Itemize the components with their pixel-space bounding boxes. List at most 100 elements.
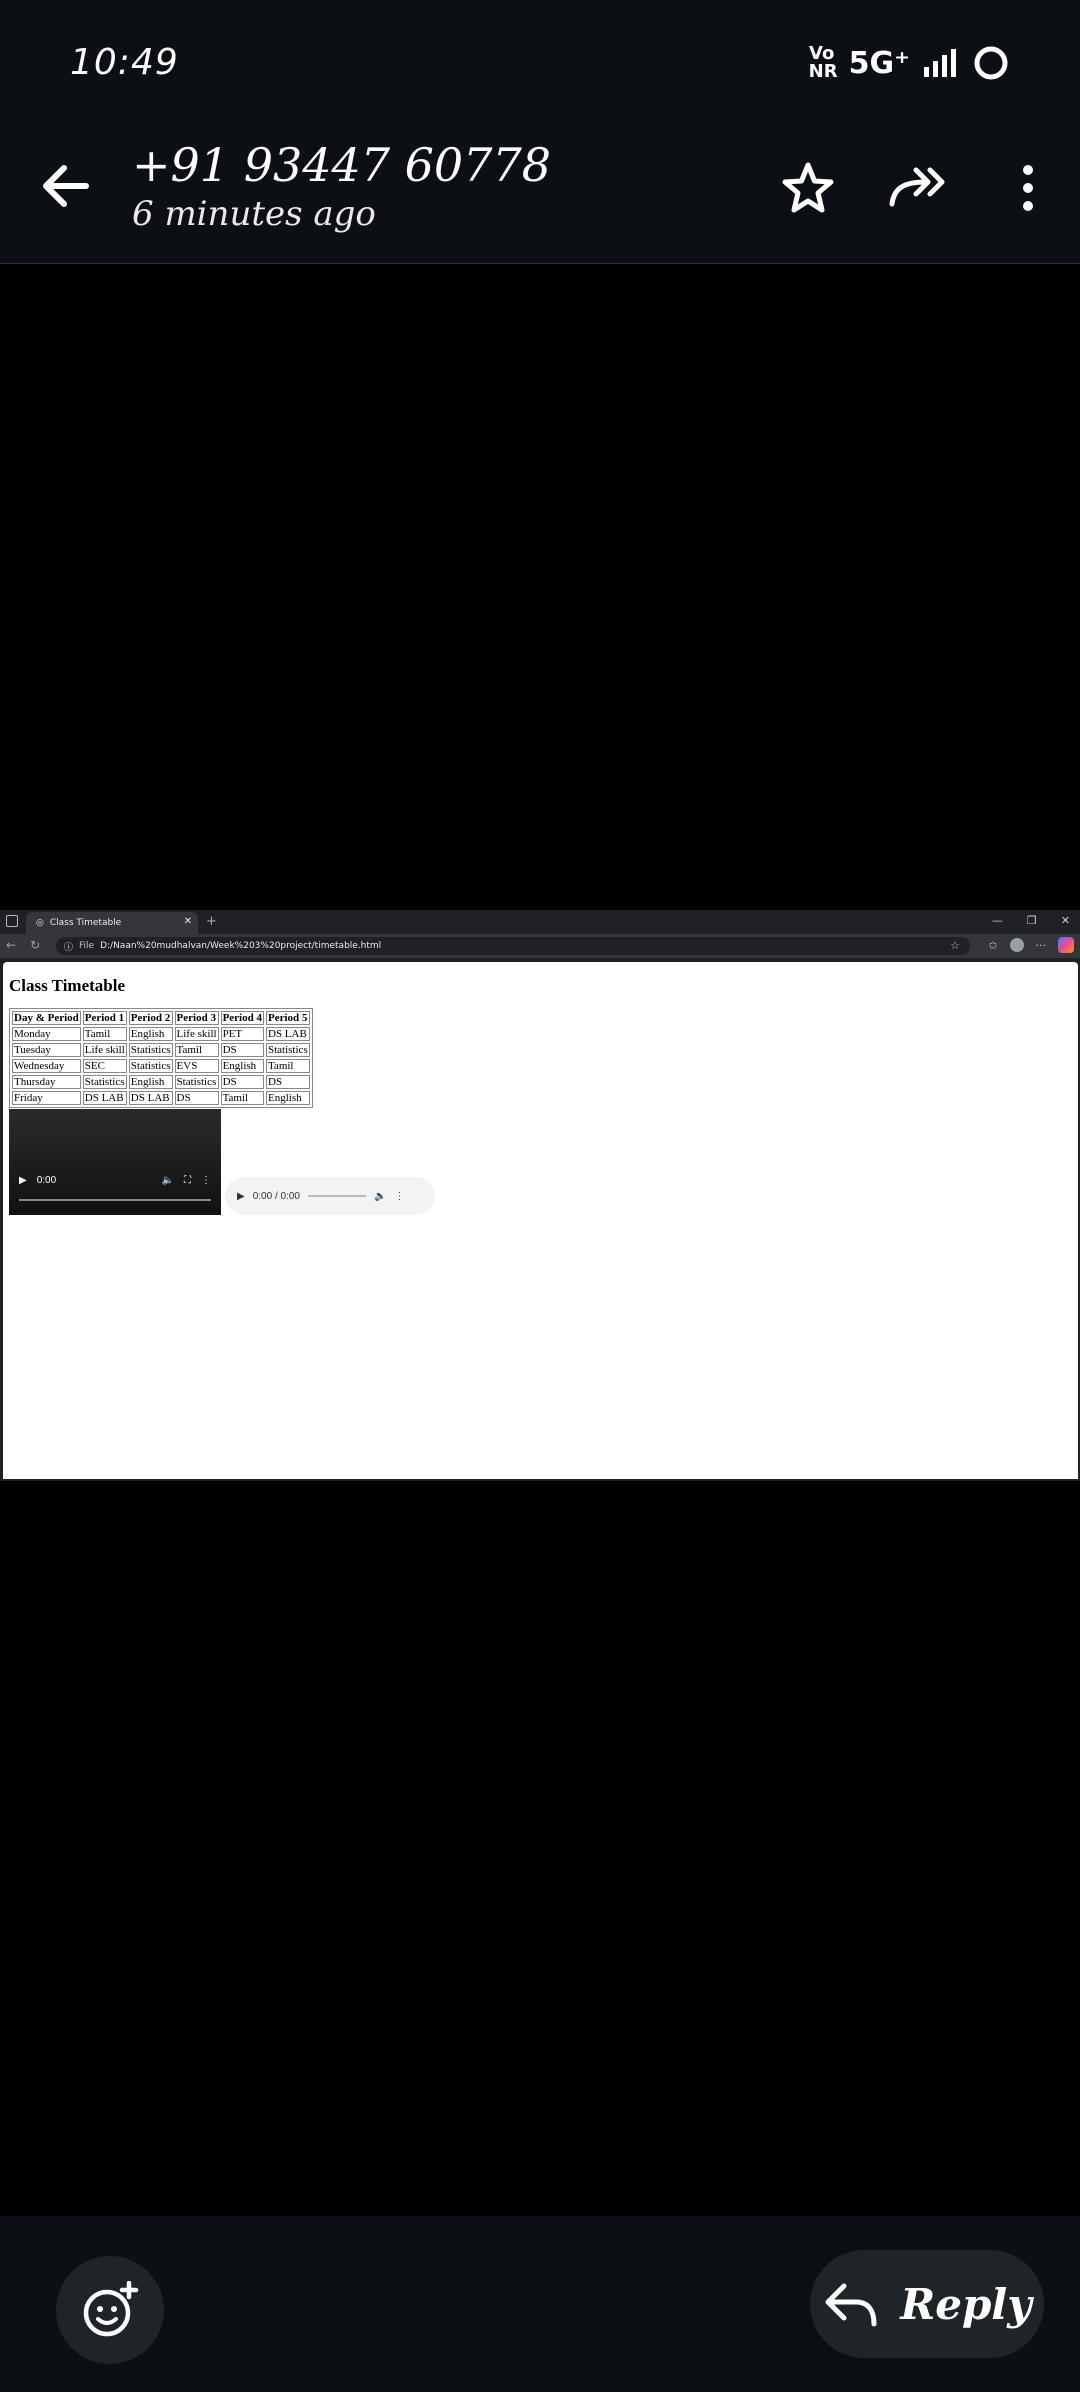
column-header: Period 3 xyxy=(174,1011,219,1025)
table-cell: Monday xyxy=(12,1027,81,1041)
file-chip: File xyxy=(79,941,95,951)
table-cell: DS LAB xyxy=(82,1091,127,1105)
table-cell: Tamil xyxy=(174,1043,219,1057)
table-cell: Statistics xyxy=(265,1043,310,1057)
bottom-action-bar: Reply xyxy=(0,2216,1080,2392)
volte-indicator: Vo NR xyxy=(808,43,838,82)
table-cell: Wednesday xyxy=(12,1059,81,1073)
table-cell: Tuesday xyxy=(12,1043,81,1057)
audio-progress-bar xyxy=(307,1195,366,1197)
reply-label: Reply xyxy=(900,2279,1032,2329)
column-header: Day & Period xyxy=(12,1011,81,1025)
browser-toolbar: ← ↻ ⓘ File D:/Naan%20mudhalvan/Week%203%… xyxy=(0,934,1080,958)
forward-icon xyxy=(889,167,945,207)
close-window-icon: ✕ xyxy=(1060,914,1070,927)
table-cell: Tamil xyxy=(265,1059,310,1073)
tab-close-icon: ✕ xyxy=(183,916,192,927)
table-row: Monday Tamil English Life skill PET DS L… xyxy=(12,1027,310,1041)
table-cell: Friday xyxy=(12,1091,81,1105)
shared-screenshot[interactable]: ◎ Class Timetable ✕ + — ❐ ✕ ← ↻ ⓘ File D… xyxy=(0,910,1080,1481)
table-cell: PET xyxy=(220,1027,264,1041)
arrow-left-icon xyxy=(43,165,89,207)
table-row: Wednesday SEC Statistics EVS English Tam… xyxy=(12,1059,310,1073)
clock: 10:49 xyxy=(70,42,179,83)
video-time: 0:00 xyxy=(36,1175,57,1186)
copilot-icon xyxy=(1058,937,1074,953)
tab-title: Class Timetable xyxy=(49,918,122,928)
sender-name: +91 93447 60778 xyxy=(132,138,551,192)
table-cell: SEC xyxy=(82,1059,127,1073)
status-icons: Vo NR 5G⁺ xyxy=(809,44,1010,82)
favorites-icon: ✩ xyxy=(988,938,998,952)
column-header: Period 2 xyxy=(128,1011,173,1025)
bookmark-icon: ☆ xyxy=(950,939,960,952)
timetable: Day & Period Period 1 Period 2 Period 3 … xyxy=(9,1008,313,1108)
table-cell: DS LAB xyxy=(265,1027,310,1041)
column-header: Period 5 xyxy=(265,1011,310,1025)
table-cell: DS xyxy=(174,1091,219,1105)
table-cell: DS xyxy=(265,1075,310,1089)
sent-time: 6 minutes ago xyxy=(132,194,376,234)
table-header-row: Day & Period Period 1 Period 2 Period 3 … xyxy=(12,1011,310,1025)
table-cell: English xyxy=(220,1059,264,1073)
address-text: D:/Naan%20mudhalvan/Week%203%20project/t… xyxy=(100,941,382,951)
video-menu-icon: ⋮ xyxy=(201,1175,211,1186)
web-page: Class Timetable Day & Period Period 1 Pe… xyxy=(3,962,1078,1479)
address-bar: ⓘ File D:/Naan%20mudhalvan/Week%203%20pr… xyxy=(56,937,970,955)
table-row: Thursday Statistics English Statistics D… xyxy=(12,1075,310,1089)
more-vert-icon xyxy=(1023,165,1033,211)
tab-list-icon xyxy=(6,915,18,927)
audio-player: ▶ 0:00 / 0:00 🔈 ⋮ xyxy=(225,1177,435,1215)
new-tab-icon: + xyxy=(206,914,217,929)
browser-tab: ◎ Class Timetable ✕ xyxy=(26,912,198,934)
react-button[interactable] xyxy=(56,2256,164,2364)
table-cell: Statistics xyxy=(128,1043,173,1057)
table-cell: Tamil xyxy=(220,1091,264,1105)
forward-button[interactable] xyxy=(886,156,950,220)
profile-avatar xyxy=(1009,938,1024,952)
audio-menu-icon: ⋮ xyxy=(394,1190,405,1202)
more-options-button[interactable] xyxy=(996,156,1060,220)
battery-ring-icon xyxy=(974,46,1008,80)
column-header: Period 4 xyxy=(220,1011,264,1025)
table-cell: Statistics xyxy=(128,1059,173,1073)
table-cell: English xyxy=(128,1075,173,1089)
table-cell: DS xyxy=(220,1043,264,1057)
network-type: 5G⁺ xyxy=(848,45,910,81)
star-icon xyxy=(782,162,834,213)
table-cell: Life skill xyxy=(82,1043,127,1057)
column-header: Period 1 xyxy=(82,1011,127,1025)
audio-time: 0:00 / 0:00 xyxy=(252,1190,300,1202)
viewer-app-bar: +91 93447 60778 6 minutes ago xyxy=(0,128,1080,264)
table-cell: Life skill xyxy=(174,1027,219,1041)
reply-button[interactable]: Reply xyxy=(810,2250,1044,2358)
mute-icon: 🔈 xyxy=(161,1175,174,1186)
globe-icon: ◎ xyxy=(36,918,44,928)
page-heading: Class Timetable xyxy=(9,976,126,995)
fullscreen-icon: ⛶ xyxy=(184,1175,191,1186)
table-cell: English xyxy=(128,1027,173,1041)
back-nav-icon: ← xyxy=(6,938,17,952)
minimize-icon: — xyxy=(991,914,1003,927)
video-player: ▶ 0:00 🔈 ⛶ ⋮ xyxy=(9,1109,221,1215)
restore-icon: ❐ xyxy=(1026,914,1037,927)
back-button[interactable] xyxy=(38,158,94,214)
window-controls: — ❐ ✕ xyxy=(992,914,1070,927)
add-reaction-icon xyxy=(83,2281,139,2337)
status-bar: 10:49 Vo NR 5G⁺ xyxy=(0,0,1080,128)
browser-tabstrip: ◎ Class Timetable ✕ + — ❐ ✕ xyxy=(0,910,1080,934)
play-icon: ▶ xyxy=(237,1190,245,1202)
volume-icon: 🔈 xyxy=(373,1190,387,1202)
table-cell: Statistics xyxy=(82,1075,127,1089)
signal-icon xyxy=(924,49,956,77)
info-icon: ⓘ xyxy=(64,942,74,953)
star-button[interactable] xyxy=(776,156,840,220)
reply-icon xyxy=(825,2283,877,2327)
play-icon: ▶ xyxy=(19,1175,27,1186)
table-cell: English xyxy=(265,1091,310,1105)
table-cell: DS LAB xyxy=(128,1091,173,1105)
video-progress-bar xyxy=(19,1199,211,1201)
table-cell: DS xyxy=(220,1075,264,1089)
menu-dots-icon: ··· xyxy=(1035,938,1047,952)
table-row: Friday DS LAB DS LAB DS Tamil English xyxy=(12,1091,310,1105)
